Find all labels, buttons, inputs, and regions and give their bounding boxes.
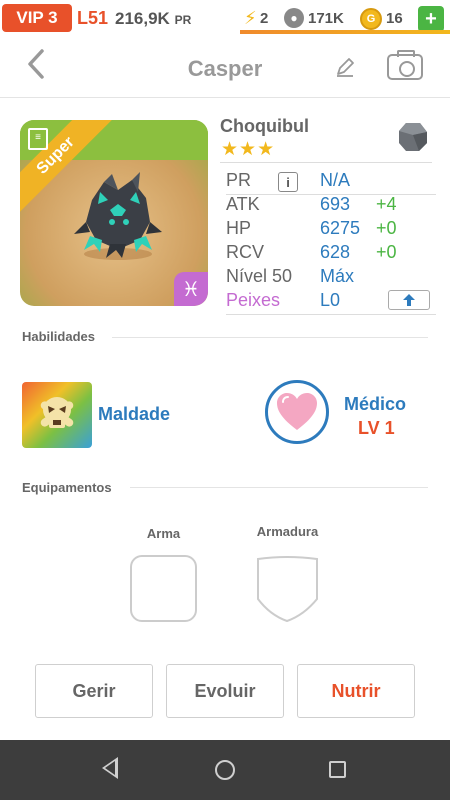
player-power-unit: PR [174, 13, 192, 27]
stat-row-rcv: RCV 628 +0 [226, 242, 436, 266]
equipment-section-title: Equipamentos [22, 480, 112, 495]
feed-button[interactable]: Nutrir [297, 664, 415, 718]
stat-label: HP [226, 218, 252, 238]
energy-bar [240, 30, 450, 34]
stat-value: 6275 [320, 218, 361, 238]
stat-label: Nível 50 [226, 266, 293, 286]
nav-recent-apps-icon[interactable] [329, 761, 346, 778]
nav-home-icon[interactable] [215, 760, 235, 780]
stat-row-pr: PR i N/A [226, 170, 436, 194]
stat-row-fish: Peixes L0 [226, 290, 436, 314]
heart-icon [277, 393, 317, 430]
pencil-icon [337, 58, 354, 77]
nav-back-icon[interactable] [102, 757, 118, 779]
stat-bonus: +4 [376, 194, 397, 214]
camera-button[interactable] [387, 50, 423, 80]
stat-row-atk: ATK 693 +4 [226, 194, 436, 218]
page-header: Casper [0, 36, 450, 98]
skull-icon [40, 397, 74, 428]
pisces-icon: ♓ [174, 272, 208, 306]
stat-label: RCV [226, 242, 265, 262]
lightning-icon: ⚡ [244, 8, 257, 28]
leader-skill-level: LV 1 [358, 418, 395, 438]
rock-icon [399, 123, 427, 151]
stat-bonus: +0 [376, 218, 397, 238]
skill-icon[interactable] [22, 382, 92, 448]
stat-label: PR [226, 170, 252, 190]
star-rating: ★★★ [221, 139, 276, 160]
stat-bonus: +0 [376, 242, 397, 262]
name-divider [220, 162, 432, 163]
stat-value: N/A [320, 170, 351, 190]
armor-label: Armadura [256, 524, 319, 539]
stat-value: Máx [320, 266, 355, 286]
stat-row-hp: HP 6275 +0 [226, 218, 436, 242]
evolve-button[interactable]: Evoluir [166, 664, 284, 718]
manage-button[interactable]: Gerir [35, 664, 153, 718]
document-icon[interactable]: ≡ [28, 128, 48, 150]
leader-skill-icon[interactable] [265, 380, 329, 444]
stat-value: 628 [320, 242, 351, 262]
coin-count: 16 [386, 10, 403, 27]
coin-icon: G [360, 8, 382, 30]
stat-row-level: Nível 50 Máx [226, 266, 436, 290]
section-divider [112, 337, 428, 338]
stat-label: ATK [226, 194, 260, 214]
stat-value: 693 [320, 194, 351, 214]
status-bar: VIP 3 L51 216,9K PR ⚡ 2 ● 171K G 16 + [0, 0, 450, 36]
energy-count: 2 [260, 10, 269, 27]
paw-icon: ● [284, 8, 304, 28]
player-level: L51 [77, 8, 109, 28]
monster-image [74, 172, 162, 260]
monster-portrait[interactable]: Super ≡ ♓ [20, 120, 208, 306]
info-icon[interactable]: i [278, 172, 298, 192]
stat-label: Peixes [226, 290, 281, 310]
stat-divider [226, 314, 436, 315]
vip-badge[interactable]: VIP 3 [2, 4, 72, 32]
stat-value: L0 [320, 290, 341, 310]
weapon-label: Arma [146, 526, 181, 541]
player-power-value: 216,9K [115, 9, 170, 28]
page-title: Casper [187, 56, 263, 81]
section-divider [130, 487, 428, 488]
skills-section-title: Habilidades [22, 329, 95, 344]
paw-count: 171K [308, 10, 344, 27]
monster-name: Choquibul [220, 116, 309, 136]
arrow-up-icon [403, 294, 415, 306]
leader-skill-name[interactable]: Médico [344, 394, 406, 415]
edit-button[interactable] [334, 56, 356, 84]
add-coins-button[interactable]: + [418, 6, 444, 32]
system-nav-bar [0, 740, 450, 800]
skill-name[interactable]: Maldade [98, 404, 170, 425]
weapon-slot[interactable] [130, 555, 197, 622]
armor-slot[interactable] [254, 555, 321, 623]
upgrade-fish-button[interactable] [388, 290, 430, 310]
player-power: 216,9K PR [115, 9, 191, 29]
